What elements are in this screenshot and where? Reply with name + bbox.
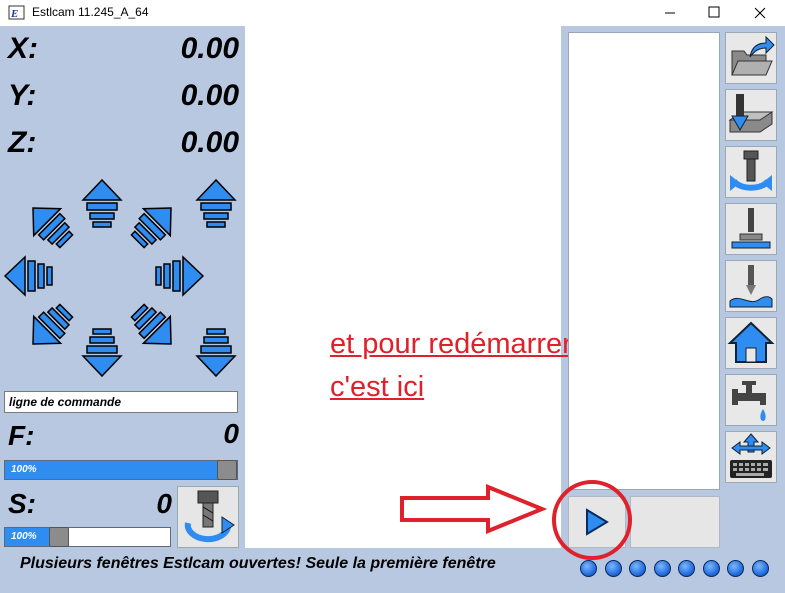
minimize-button[interactable] bbox=[650, 0, 690, 26]
annotation-line-2: c'est ici bbox=[330, 371, 425, 403]
mill-part-icon bbox=[728, 94, 774, 133]
mill-part-button[interactable] bbox=[725, 89, 777, 141]
z-axis-label: Z: bbox=[8, 126, 37, 159]
tool-change-button[interactable] bbox=[725, 146, 777, 198]
keyboard-jog-icon bbox=[730, 433, 772, 478]
status-message: Plusieurs fenêtres Estlcam ouvertes! Seu… bbox=[20, 555, 496, 572]
spindle-override-handle[interactable] bbox=[49, 527, 69, 547]
jog-z-plus-arrow[interactable] bbox=[196, 179, 236, 228]
feed-override-slider[interactable]: 100% bbox=[4, 460, 238, 480]
status-led bbox=[751, 560, 769, 577]
close-button[interactable] bbox=[740, 0, 780, 26]
tool-change-icon bbox=[730, 150, 772, 191]
jog-z-minus-arrow[interactable] bbox=[196, 328, 236, 377]
svg-text:E: E bbox=[10, 8, 18, 20]
command-line-input[interactable] bbox=[4, 391, 238, 413]
annotation-arrow-icon bbox=[400, 484, 548, 534]
tool-length-button[interactable] bbox=[725, 203, 777, 255]
status-led bbox=[629, 560, 646, 577]
status-led bbox=[727, 560, 744, 577]
home-button[interactable] bbox=[725, 317, 777, 369]
y-axis-label: Y: bbox=[8, 79, 37, 112]
keyboard-jog-button[interactable] bbox=[725, 431, 777, 483]
feed-value: 0 bbox=[223, 418, 239, 449]
jog-xy-upleft-arrow[interactable] bbox=[18, 193, 81, 256]
right-toolbar bbox=[723, 32, 779, 492]
jog-xy-downleft-arrow[interactable] bbox=[18, 296, 81, 359]
jog-x-minus-arrow[interactable] bbox=[4, 256, 53, 296]
status-led bbox=[678, 560, 695, 577]
x-axis-value: 0.00 bbox=[180, 32, 239, 65]
annotation-line-1: et pour redémarrer bbox=[330, 328, 572, 360]
secondary-action-button[interactable] bbox=[630, 496, 720, 548]
annotation-circle-icon bbox=[552, 480, 632, 560]
window-title: Estlcam 11.245_A_64 bbox=[32, 5, 149, 19]
feed-override-text: 100% bbox=[11, 464, 37, 475]
spindle-override-slider[interactable]: 100% bbox=[4, 527, 171, 547]
probe-surface-button[interactable] bbox=[725, 260, 777, 312]
home-icon bbox=[727, 321, 775, 363]
status-led bbox=[580, 560, 597, 577]
main-window: X: 0.00 Y: 0.00 Z: 0.00 F: 0 100% bbox=[0, 26, 785, 593]
spindle-override-text: 100% bbox=[11, 531, 37, 542]
status-led bbox=[604, 560, 622, 577]
y-axis-value: 0.00 bbox=[180, 79, 239, 112]
jog-y-plus-arrow[interactable] bbox=[82, 179, 122, 228]
open-file-button[interactable] bbox=[725, 32, 777, 84]
feed-label: F: bbox=[8, 420, 35, 451]
title-bar: E Estlcam 11.245_A_64 bbox=[0, 0, 785, 26]
open-folder-icon bbox=[731, 35, 775, 76]
drawing-canvas[interactable] bbox=[245, 26, 561, 548]
jog-y-minus-arrow[interactable] bbox=[82, 328, 122, 377]
spindle-rotation-icon bbox=[184, 490, 235, 543]
coolant-button[interactable] bbox=[725, 374, 777, 426]
z-axis-value: 0.00 bbox=[180, 126, 239, 159]
spindle-start-button[interactable] bbox=[177, 486, 239, 548]
probe-surface-icon bbox=[729, 265, 773, 308]
jog-x-plus-arrow[interactable] bbox=[155, 256, 204, 296]
jog-pad bbox=[4, 179, 236, 377]
jog-xy-upright-arrow[interactable] bbox=[123, 193, 186, 256]
status-led bbox=[653, 560, 671, 577]
estlcam-logo-icon: E bbox=[8, 5, 25, 20]
coolant-tap-icon bbox=[732, 381, 766, 421]
program-list[interactable] bbox=[568, 32, 720, 490]
feed-override-fill bbox=[5, 461, 227, 479]
maximize-button[interactable] bbox=[694, 0, 734, 26]
tool-length-icon bbox=[731, 208, 771, 249]
status-led bbox=[702, 560, 720, 577]
x-axis-label: X: bbox=[8, 32, 38, 65]
feed-override-handle[interactable] bbox=[217, 460, 237, 480]
jog-xy-downright-arrow[interactable] bbox=[123, 296, 186, 359]
spindle-value: 0 bbox=[156, 488, 172, 519]
